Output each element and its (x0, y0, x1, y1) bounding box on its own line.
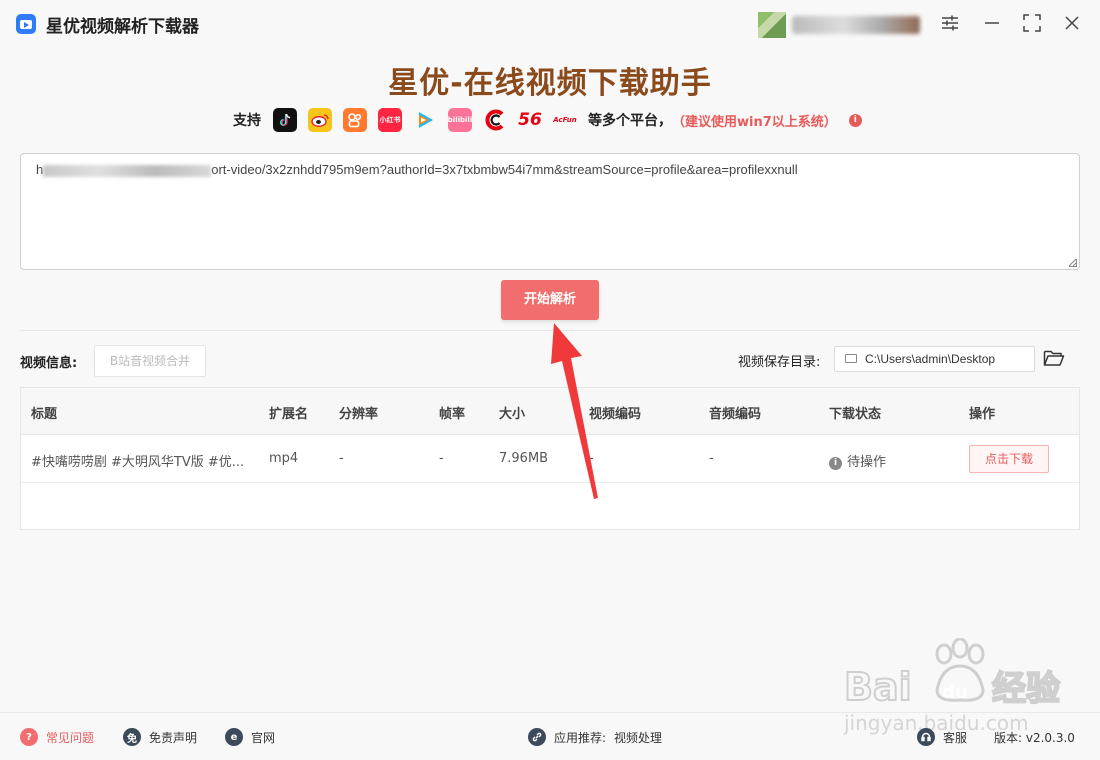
cctv-icon (483, 108, 507, 132)
recommend-value: 视频处理 (614, 730, 663, 745)
website-link[interactable]: e 官网 (225, 727, 275, 747)
info-icon[interactable]: i (848, 113, 862, 127)
save-dir-label: 视频保存目录: (738, 355, 821, 370)
folder-open-icon[interactable] (1043, 349, 1065, 367)
cell-resolution: - (339, 451, 344, 466)
app-title: 星优视频解析下载器 (46, 17, 199, 37)
disclaimer-icon: 免 (123, 728, 141, 746)
douyin-icon (273, 108, 297, 132)
url-blurred-segment (43, 164, 212, 177)
disclaimer-link[interactable]: 免 免责声明 (123, 727, 197, 747)
weibo-icon (308, 108, 332, 132)
col-ext: 扩展名 (269, 407, 309, 422)
annotation-arrow (551, 323, 598, 499)
minimize-icon[interactable] (981, 12, 1003, 34)
col-status: 下载状态 (829, 407, 882, 422)
acfun-icon: AcFun (553, 116, 577, 124)
video-info-label: 视频信息: (20, 356, 78, 371)
pending-info-icon: i (829, 457, 842, 470)
recommend-label: 应用推荐: (554, 730, 607, 745)
close-icon[interactable] (1061, 12, 1083, 34)
col-size: 大小 (499, 407, 526, 422)
maximize-icon[interactable] (1021, 12, 1043, 34)
kuaishou-icon (343, 108, 367, 132)
cell-status: i 待操作 (829, 451, 886, 470)
url-value: ort-video/3x2znhdd795m9em?authorId=3x7tx… (211, 162, 798, 177)
headset-icon (917, 728, 935, 746)
cell-acodec: - (709, 451, 714, 466)
col-resolution: 分辨率 (339, 407, 379, 422)
footer: ? 常见问题 免 免责声明 e 官网 应用推荐: 视频处理 客服 版本: v2.… (0, 712, 1100, 760)
headline: 星优-在线视频下载助手 (388, 66, 712, 101)
col-acodec: 音频编码 (709, 407, 762, 422)
disclaimer-label: 免责声明 (149, 730, 198, 745)
title-bar: 星优视频解析下载器 (0, 0, 1100, 46)
tencent-video-icon (413, 108, 437, 132)
download-button[interactable]: 点击下载 (969, 445, 1049, 473)
col-action: 操作 (969, 407, 996, 422)
folder-icon (845, 354, 857, 363)
save-dir-field[interactable]: C:\Users\admin\Desktop (834, 346, 1035, 372)
cell-ext: mp4 (269, 451, 299, 466)
customer-service-link[interactable]: 客服 (917, 727, 967, 747)
col-fps: 帧率 (439, 407, 466, 422)
faq-link[interactable]: ? 常见问题 (20, 727, 94, 747)
bilibili-icon: bilibili (448, 108, 472, 132)
username-blurred[interactable] (792, 16, 920, 34)
more-platforms-label: 等多个平台， (588, 113, 672, 129)
faq-label: 常见问题 (46, 730, 95, 745)
settings-sliders-icon[interactable] (939, 12, 961, 34)
bilibili-merge-button[interactable]: B站音视频合并 (94, 345, 206, 377)
svg-text:经验: 经验 (992, 669, 1060, 709)
link-icon (528, 728, 546, 746)
supported-platforms: 支持 小红书 bilibili 56 AcFun 等多个平台， （建议使用win… (233, 106, 862, 134)
56-icon: 56 (518, 110, 542, 130)
status-text: 待操作 (847, 455, 887, 470)
svg-text:du: du (942, 682, 968, 703)
browser-e-icon: e (225, 728, 243, 746)
user-avatar[interactable] (758, 12, 786, 38)
resize-grip-icon[interactable] (1068, 258, 1077, 267)
cell-fps: - (439, 451, 444, 466)
system-note: （建议使用win7以上系统） (672, 114, 837, 130)
app-recommend[interactable]: 应用推荐: 视频处理 (528, 727, 662, 747)
xiaohongshu-icon: 小红书 (378, 108, 402, 132)
version-label: 版本: v2.0.3.0 (994, 730, 1075, 745)
support-label: 支持 (233, 113, 261, 129)
start-parse-button[interactable]: 开始解析 (501, 280, 599, 320)
url-input[interactable]: h ort-video/3x2znhdd795m9em?authorId=3x7t… (20, 153, 1080, 270)
app-logo-icon (16, 14, 36, 34)
website-label: 官网 (251, 730, 276, 745)
save-dir-value: C:\Users\admin\Desktop (865, 352, 996, 366)
support-label: 客服 (943, 730, 968, 745)
cell-title: #快嘴唠唠剧 #大明风华TV版 #优... (31, 455, 245, 470)
svg-text:Bai: Bai (844, 665, 912, 709)
url-prefix: h (36, 162, 44, 177)
col-title: 标题 (31, 407, 58, 422)
question-icon: ? (20, 728, 38, 746)
